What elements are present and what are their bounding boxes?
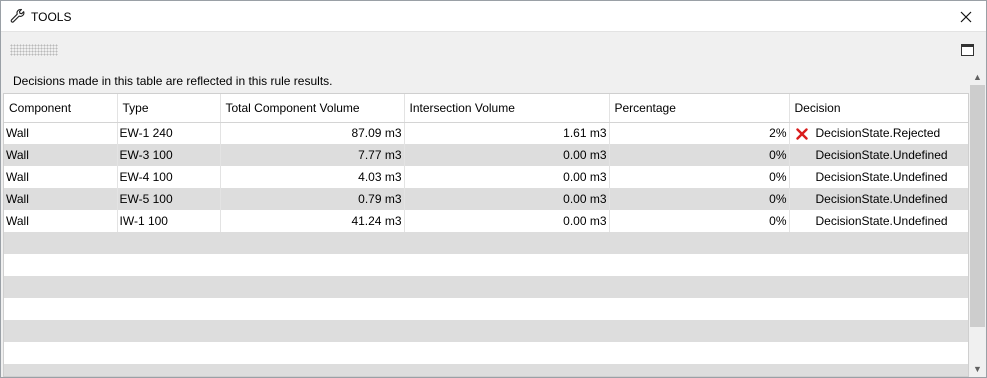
column-header-intersection-volume[interactable]: Intersection Volume [404,94,610,123]
table-row[interactable]: Wall EW-5 100 0.79 m3 0.00 m3 0% Decisio… [4,188,968,210]
wrench-icon [10,8,26,24]
window-title: TOOLS [31,10,72,24]
cell-type: EW-1 240 [117,122,221,144]
empty-row [4,298,968,320]
cell-decision[interactable]: DecisionState.Undefined [789,166,968,188]
decision-label: DecisionState.Undefined [815,214,948,228]
info-message: Decisions made in this table are reflect… [13,74,333,88]
cell-percentage: 0% [609,144,790,166]
scroll-thumb[interactable] [970,85,985,327]
decision-label: DecisionState.Rejected [815,126,941,141]
column-header-percentage[interactable]: Percentage [609,94,790,123]
empty-row [4,320,968,342]
decision-label: DecisionState.Undefined [815,192,948,206]
empty-row [4,364,968,376]
close-icon [960,11,972,22]
column-header-decision[interactable]: Decision [789,94,968,123]
column-header-type[interactable]: Type [117,94,221,123]
cell-component: Wall [4,122,118,144]
tools-window: TOOLS Decisions made in this table are r… [0,0,987,378]
table-header-row: Component Type Total Component Volume In… [4,94,968,123]
cell-percentage: 2% [609,122,790,144]
cell-decision[interactable]: DecisionState.Undefined [789,188,968,210]
cell-type: EW-5 100 [117,188,221,210]
empty-row [4,276,968,298]
cell-total-volume: 41.24 m3 [220,210,405,232]
cell-type: IW-1 100 [117,210,221,232]
toolbar [1,32,986,68]
grip-dots-icon[interactable] [10,44,58,56]
maximize-icon[interactable] [961,44,974,56]
empty-row [4,342,968,364]
table-row[interactable]: Wall EW-4 100 4.03 m3 0.00 m3 0% Decisio… [4,166,968,188]
vertical-scrollbar[interactable]: ▲ ▼ [969,68,986,377]
cell-total-volume: 87.09 m3 [220,122,405,144]
results-table: Component Type Total Component Volume In… [3,93,969,377]
cell-decision[interactable]: DecisionState.Rejected [789,122,968,144]
column-header-total-volume[interactable]: Total Component Volume [220,94,405,123]
table-row[interactable]: Wall EW-1 240 87.09 m3 1.61 m3 2% Decisi… [4,122,968,144]
decision-label: DecisionState.Undefined [815,148,948,162]
empty-row [4,254,968,276]
rejected-x-icon [795,128,810,140]
cell-percentage: 0% [609,166,790,188]
cell-component: Wall [4,210,118,232]
cell-component: Wall [4,188,118,210]
close-button[interactable] [946,1,986,32]
cell-total-volume: 0.79 m3 [220,188,405,210]
scroll-up-icon[interactable]: ▲ [969,68,986,85]
table-row[interactable]: Wall IW-1 100 41.24 m3 0.00 m3 0% Decisi… [4,210,968,232]
cell-intersection-volume: 0.00 m3 [404,166,610,188]
decision-label: DecisionState.Undefined [815,170,948,184]
cell-intersection-volume: 0.00 m3 [404,188,610,210]
cell-decision[interactable]: DecisionState.Undefined [789,144,968,166]
cell-percentage: 0% [609,188,790,210]
cell-intersection-volume: 0.00 m3 [404,144,610,166]
column-header-component[interactable]: Component [4,94,118,123]
empty-row [4,232,968,254]
cell-component: Wall [4,144,118,166]
cell-type: EW-3 100 [117,144,221,166]
cell-intersection-volume: 0.00 m3 [404,210,610,232]
cell-total-volume: 7.77 m3 [220,144,405,166]
cell-type: EW-4 100 [117,166,221,188]
cell-intersection-volume: 1.61 m3 [404,122,610,144]
cell-component: Wall [4,166,118,188]
cell-total-volume: 4.03 m3 [220,166,405,188]
scroll-down-icon[interactable]: ▼ [969,360,986,377]
cell-percentage: 0% [609,210,790,232]
title-bar: TOOLS [1,1,986,32]
cell-decision[interactable]: DecisionState.Undefined [789,210,968,232]
table-row[interactable]: Wall EW-3 100 7.77 m3 0.00 m3 0% Decisio… [4,144,968,166]
